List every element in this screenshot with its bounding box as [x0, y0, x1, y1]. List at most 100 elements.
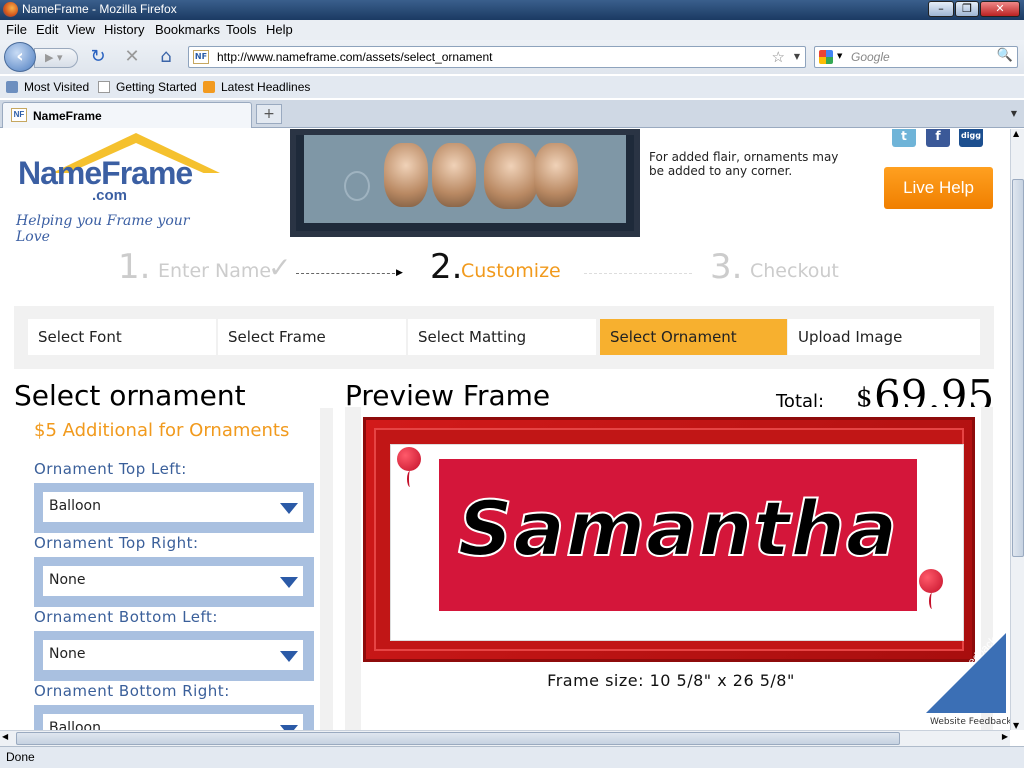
tab-favicon-icon: NF: [11, 108, 27, 122]
logo-tagline: Helping you Frame your Love: [16, 213, 190, 245]
new-tab-button[interactable]: +: [256, 104, 282, 124]
ornament-top-left-label: Ornament Top Left:: [34, 460, 187, 478]
back-button[interactable]: ‹: [4, 42, 36, 72]
chevron-down-icon[interactable]: [280, 577, 298, 588]
menu-bar: File Edit View History Bookmarks Tools H…: [0, 20, 1024, 40]
close-window-button[interactable]: ✕: [980, 1, 1020, 17]
tab-upload-image[interactable]: Upload Image: [788, 319, 980, 355]
search-engine-icon[interactable]: [819, 50, 833, 64]
menu-file[interactable]: File: [6, 22, 27, 37]
tab-select-ornament[interactable]: Select Ornament: [600, 319, 787, 355]
letter-photo-h: [484, 143, 538, 209]
preview-panel-inner: Samantha Frame size: 10 5/8" x 26 5/8": [361, 407, 981, 730]
select-value: None: [49, 646, 86, 662]
bookmark-label: Most Visited: [24, 80, 90, 94]
step-1-label[interactable]: Enter Name: [158, 260, 271, 282]
tab-bar: NF NameFrame + ▼: [0, 100, 1024, 128]
reload-icon[interactable]: ↻: [88, 48, 108, 68]
frame-inset: Samantha: [374, 428, 964, 651]
menu-history[interactable]: History: [104, 22, 144, 37]
menu-help[interactable]: Help: [266, 22, 293, 37]
ornament-bottom-left-select[interactable]: None: [43, 640, 303, 670]
balloon-ornament-bottom-right: [919, 569, 943, 609]
scroll-up-icon[interactable]: ▲: [1013, 129, 1019, 138]
step-3-label: Checkout: [750, 260, 839, 282]
vertical-scroll-thumb[interactable]: [1012, 179, 1024, 557]
digg-icon[interactable]: digg: [959, 129, 983, 147]
status-bar: Done: [0, 746, 1024, 768]
search-placeholder[interactable]: Google: [851, 50, 890, 64]
scroll-left-icon[interactable]: ◀: [2, 732, 8, 741]
menu-bookmarks[interactable]: Bookmarks: [155, 22, 220, 37]
ornament-top-right-select[interactable]: None: [43, 566, 303, 596]
bookmark-star-icon[interactable]: ☆: [772, 48, 785, 66]
tab-select-frame[interactable]: Select Frame: [218, 319, 406, 355]
frame-size-text: Frame size: 10 5/8" x 26 5/8": [547, 671, 795, 690]
site-favicon-icon: NF: [193, 50, 209, 64]
menu-edit[interactable]: Edit: [36, 22, 58, 37]
chevron-down-icon[interactable]: [280, 651, 298, 662]
most-visited-icon: [6, 81, 18, 93]
ornament-column: Select ornament $5 Additional for Orname…: [14, 379, 334, 730]
ornament-bottom-right-select[interactable]: Balloon: [43, 714, 303, 730]
ornament-top-left-select[interactable]: Balloon: [43, 492, 303, 522]
letter-photo-t: [432, 143, 476, 207]
url-bar[interactable]: NF http://www.nameframe.com/assets/selec…: [188, 46, 806, 68]
checkout-steps: 1. Enter Name ✓ ▶ 2. Customize 3. Checko…: [118, 247, 878, 287]
step-3-number: 3.: [710, 247, 743, 287]
ornament-panel-inner: $5 Additional for Ornaments Ornament Top…: [30, 408, 320, 730]
horizontal-scrollbar[interactable]: ◀ ▶: [0, 730, 1010, 746]
window-title: NameFrame - Mozilla Firefox: [22, 2, 177, 16]
maximize-button[interactable]: ❐: [955, 1, 979, 17]
tab-nameframe[interactable]: NF NameFrame: [2, 102, 252, 128]
scroll-down-icon[interactable]: ▼: [1013, 721, 1019, 730]
tab-list-icon[interactable]: ▼: [1006, 104, 1022, 124]
minimize-button[interactable]: –: [928, 1, 954, 17]
checkmark-icon: ✓: [268, 251, 292, 284]
balloon-ornament-top-left: [397, 447, 421, 487]
tab-select-font[interactable]: Select Font: [28, 319, 216, 355]
letter-photo-e: [384, 143, 428, 207]
bookmark-getting-started[interactable]: Getting Started: [98, 80, 197, 94]
twitter-icon[interactable]: t: [892, 129, 916, 147]
tab-select-matting[interactable]: Select Matting: [408, 319, 596, 355]
vertical-scrollbar[interactable]: ▲ ▼: [1010, 129, 1024, 730]
step-2-label: Customize: [461, 260, 561, 282]
sample-frame-mat: [304, 135, 626, 223]
nameframe-logo[interactable]: NameFrame .com Helping you Frame your Lo…: [16, 129, 226, 245]
search-box[interactable]: ▼ Google 🔍: [814, 46, 1018, 68]
give-feedback-badge[interactable]: Give Feedback Website Feedback: [920, 629, 1010, 729]
feedback-sub-label: Website Feedback: [930, 717, 1010, 727]
url-dropdown-icon[interactable]: ▼: [794, 52, 800, 61]
step-2-number: 2.: [430, 247, 463, 287]
menu-tools[interactable]: Tools: [226, 22, 256, 37]
flair-note: For added flair, ornaments may be added …: [649, 150, 839, 178]
search-icon[interactable]: 🔍: [997, 48, 1013, 63]
page-icon: [98, 81, 110, 93]
ornament-price-note: $5 Additional for Ornaments: [34, 420, 290, 441]
home-icon[interactable]: ⌂: [156, 48, 176, 68]
stop-icon[interactable]: ✕: [122, 48, 142, 68]
search-engine-dropdown-icon[interactable]: ▼: [837, 52, 842, 60]
scroll-right-icon[interactable]: ▶: [1002, 732, 1008, 741]
horizontal-scroll-thumb[interactable]: [16, 732, 900, 745]
url-text[interactable]: http://www.nameframe.com/assets/select_o…: [217, 50, 492, 64]
customize-tabs: Select Font Select Frame Select Matting …: [14, 306, 994, 369]
preview-frame-image: Samantha: [363, 417, 975, 662]
preview-panel: Samantha Frame size: 10 5/8" x 26 5/8": [345, 407, 993, 730]
menu-view[interactable]: View: [67, 22, 95, 37]
teddy-bear-ornament: [344, 171, 370, 201]
preview-name-text: Samantha: [457, 483, 899, 574]
bookmark-most-visited[interactable]: Most Visited: [6, 80, 89, 94]
logo-dotcom-text: .com: [92, 187, 128, 204]
firefox-icon: [3, 2, 18, 17]
bookmark-latest-headlines[interactable]: Latest Headlines: [203, 80, 310, 94]
select-value: Balloon: [49, 498, 101, 514]
chevron-down-icon[interactable]: [280, 503, 298, 514]
sample-frame-image: [290, 129, 640, 237]
ornament-bottom-left-wrap: None: [34, 631, 314, 681]
live-help-button[interactable]: Live Help: [884, 167, 993, 209]
frame-white-mat: Samantha: [390, 444, 964, 641]
forward-button[interactable]: ▶ ▾: [34, 48, 78, 68]
facebook-icon[interactable]: f: [926, 129, 950, 147]
